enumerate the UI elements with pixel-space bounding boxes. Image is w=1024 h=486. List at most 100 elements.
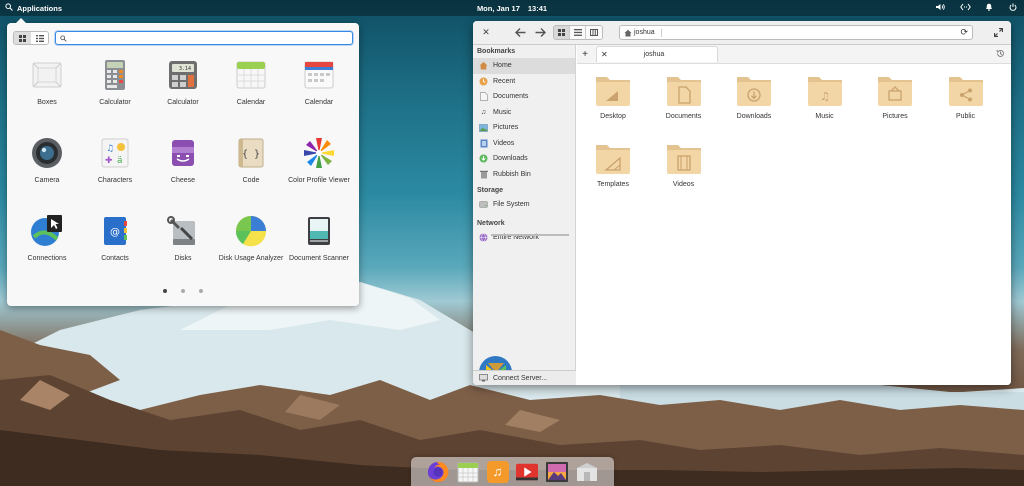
network-icon[interactable] [960,3,971,13]
sidebar-item-label: Rubbish Bin [493,170,531,178]
app-calendar-alt[interactable]: Calendar [284,57,354,107]
folder-item[interactable]: Public [931,73,1001,120]
dock-item-videos[interactable] [516,461,539,483]
page-dot-1[interactable] [163,289,167,293]
folder-item[interactable]: Templates [578,141,648,188]
folder-item[interactable]: Downloads [719,73,789,120]
app-search-input[interactable] [55,31,353,45]
connect-server-label: Connect Server... [493,374,548,382]
folder-item[interactable]: Documents [649,73,719,120]
app-characters[interactable]: ♫ ✚ ä Characters [80,135,150,185]
templates-folder-icon [596,145,630,174]
tab-joshua[interactable]: ✕ joshua [596,46,718,62]
dock-item-photos[interactable] [546,461,569,483]
power-icon[interactable] [1008,3,1018,13]
app-label: Disks [174,255,192,262]
tab-label: joshua [643,51,665,58]
folder-label: Downloads [736,113,772,120]
sidebar-item-music[interactable]: ♫ Music [473,105,575,121]
location-bar[interactable]: joshua ⟳ [619,25,973,40]
back-arrow-icon [514,28,525,37]
app-connections[interactable]: Connections [12,213,82,263]
app-contacts[interactable]: @ Contacts [80,213,150,263]
dock-item-calendar[interactable] [457,461,479,483]
volume-icon[interactable] [936,3,946,13]
sidebar-item-recent[interactable]: Recent [473,74,575,90]
app-calculator-alt[interactable]: 3.14 Calculator [148,57,218,107]
breadcrumb-home[interactable]: joshua [624,28,662,37]
music-icon: ♫ [492,464,503,479]
maximize-button[interactable] [991,26,1005,40]
history-icon[interactable] [996,49,1005,60]
folder-label: Videos [672,181,695,188]
app-disk-usage-analyzer[interactable]: Disk Usage Analyzer [216,213,286,263]
date-time-indicator[interactable]: Mon, Jan 17 13:41 [477,4,547,13]
downloads-icon [479,154,488,163]
applications-menu-button[interactable]: Applications [0,3,62,13]
sidebar-item-videos[interactable]: Videos [473,136,575,152]
folder-item[interactable]: Pictures [860,73,930,120]
app-disks[interactable]: Disks [148,213,218,263]
dock-item-firefox[interactable] [427,461,449,483]
app-label: Characters [97,177,133,184]
calendar-icon [457,462,479,482]
sidebar-item-entire-network[interactable]: Entire Network [473,230,575,246]
app-label: Disk Usage Analyzer [218,255,284,262]
calendar-icon [233,57,269,93]
bookmarks-header: Bookmarks [477,48,516,55]
search-icon [60,34,67,42]
sidebar-item-rubbish-bin[interactable]: Rubbish Bin [473,167,575,183]
new-tab-button[interactable]: + [578,49,592,60]
view-mode-toggle [13,31,49,45]
app-document-scanner[interactable]: Document Scanner [284,213,354,263]
app-label: Calendar [236,99,266,106]
app-boxes[interactable]: Boxes [12,57,82,107]
grid-icon [558,29,565,36]
app-search-field[interactable] [70,34,352,42]
connect-server-button[interactable]: Connect Server... [473,370,576,385]
sidebar-item-file-system[interactable]: File System [473,197,575,213]
column-view-button[interactable] [586,26,602,39]
folder-label: Templates [597,181,629,188]
app-camera[interactable]: Camera [12,135,82,185]
close-tab-icon[interactable]: ✕ [601,50,611,59]
page-dot-3[interactable] [199,289,203,293]
sidebar-item-home[interactable]: Home [473,58,575,74]
app-label: Boxes [37,99,57,106]
app-calculator[interactable]: Calculator [80,57,150,107]
back-button[interactable] [513,26,527,40]
folder-item[interactable]: ♫ Music [790,73,860,120]
grid-view-button[interactable] [14,32,31,44]
category-view-button[interactable] [31,32,48,44]
page-dot-2[interactable] [181,289,185,293]
app-cheese[interactable]: Cheese [148,135,218,185]
forward-button[interactable] [533,26,547,40]
recent-icon [479,77,488,86]
music-folder-icon: ♫ [807,77,842,106]
notifications-icon[interactable] [984,3,994,13]
public-folder-icon [948,77,983,106]
time-label: 13:41 [527,3,548,13]
folder-label: Public [955,113,976,120]
app-calendar[interactable]: Calendar [216,57,286,107]
svg-text:3.14: 3.14 [179,66,191,72]
folder-item[interactable]: Videos [649,141,719,188]
list-view-button[interactable] [570,26,586,39]
server-icon [479,374,488,383]
svg-text:ä: ä [117,156,123,166]
app-color-profile-viewer[interactable]: Color Profile Viewer [284,135,354,185]
app-code[interactable]: { } Code [216,135,286,185]
sidebar-item-downloads[interactable]: Downloads [473,151,575,167]
reload-icon[interactable]: ⟳ [960,27,968,38]
boxes-icon [29,57,65,93]
folder-item[interactable]: Desktop [578,73,648,120]
icon-view-button[interactable] [554,26,570,39]
close-window-button[interactable]: ✕ [479,26,493,40]
sidebar-item-documents[interactable]: Documents [473,89,575,105]
dock-item-music[interactable]: ♫ [486,460,509,483]
dock-item-appcenter[interactable] [576,461,598,483]
sidebar-item-pictures[interactable]: Pictures [473,120,575,136]
videos-folder-icon [666,145,701,174]
page-indicator [7,289,359,293]
disk-usage-icon [233,213,269,249]
